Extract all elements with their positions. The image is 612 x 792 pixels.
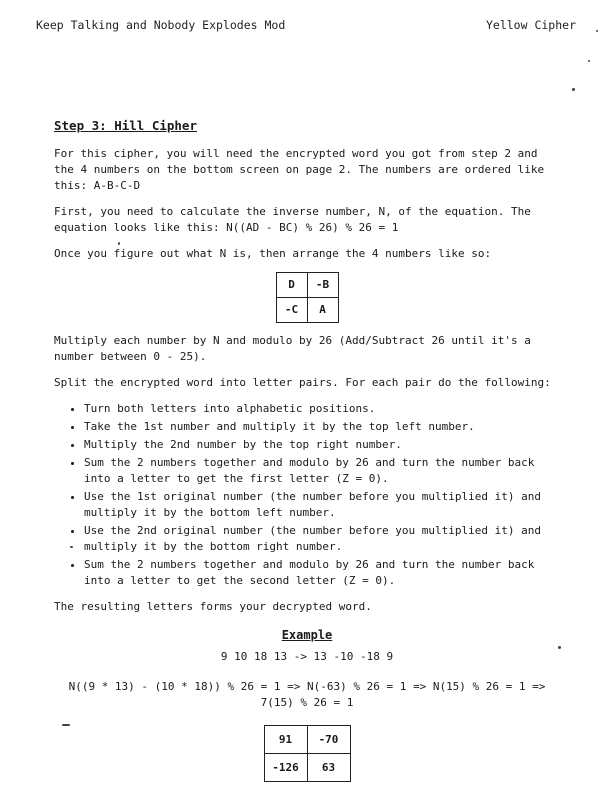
multiply-paragraph: Multiply each number by N and modulo by … [54,334,531,363]
list-item: Multiply the 2nd number by the top right… [84,437,560,453]
matrix-cell: 91 [263,725,308,754]
list-item: Use the 1st original number (the number … [84,489,560,521]
example-title: Example [281,628,333,642]
matrix-row: 91 -70 [263,725,351,754]
paper-speck [572,88,575,91]
header-module-source: Keep Talking and Nobody Explodes Mod [36,18,286,32]
matrix-row: -126 63 [263,753,351,782]
matrix-cell: -C [275,297,308,323]
step-list: Turn both letters into alphabetic positi… [54,401,560,589]
paper-speck [588,60,590,62]
list-item: Turn both letters into alphabetic positi… [84,401,560,417]
inverse-paragraph: First, you need to calculate the inverse… [54,205,531,234]
paper-speck [596,30,598,32]
list-item: Take the 1st number and multiply it by t… [84,419,560,435]
example-matrix: 91 -70 -126 63 [263,725,351,782]
section-title: Step 3: Hill Cipher [54,118,197,133]
arrangement-matrix: D -B -C A [275,272,339,323]
paper-speck [118,242,120,245]
split-paragraph: Split the encrypted word into letter pai… [54,376,551,389]
arrange-paragraph: Once you figure out what N is, then arra… [54,247,492,260]
result-paragraph: The resulting letters forms your decrypt… [54,600,372,613]
matrix-cell: 63 [306,753,351,782]
list-item: Sum the 2 numbers together and modulo by… [84,455,560,487]
paper-speck [70,546,73,548]
matrix-cell: -126 [263,753,308,782]
list-item: Use the 2nd original number (the number … [84,523,560,555]
manual-page: Keep Talking and Nobody Explodes Mod Yel… [0,0,612,792]
matrix-cell: D [275,272,308,298]
intro-paragraph: For this cipher, you will need the encry… [54,147,545,192]
paper-speck [62,724,70,726]
matrix-row: -C A [275,297,339,323]
matrix-row: D -B [275,272,339,298]
matrix-cell: -B [306,272,339,298]
list-item: Sum the 2 numbers together and modulo by… [84,557,560,589]
example-equation: N((9 * 13) - (10 * 18)) % 26 = 1 => N(-6… [68,680,546,709]
header-module-name: Yellow Cipher [485,18,576,32]
matrix-cell: A [306,297,339,323]
example-sequence: 9 10 18 13 -> 13 -10 -18 9 [220,650,394,663]
content: Step 3: Hill Cipher For this cipher, you… [54,118,560,792]
matrix-cell: -70 [306,725,351,754]
paper-speck [558,646,561,649]
